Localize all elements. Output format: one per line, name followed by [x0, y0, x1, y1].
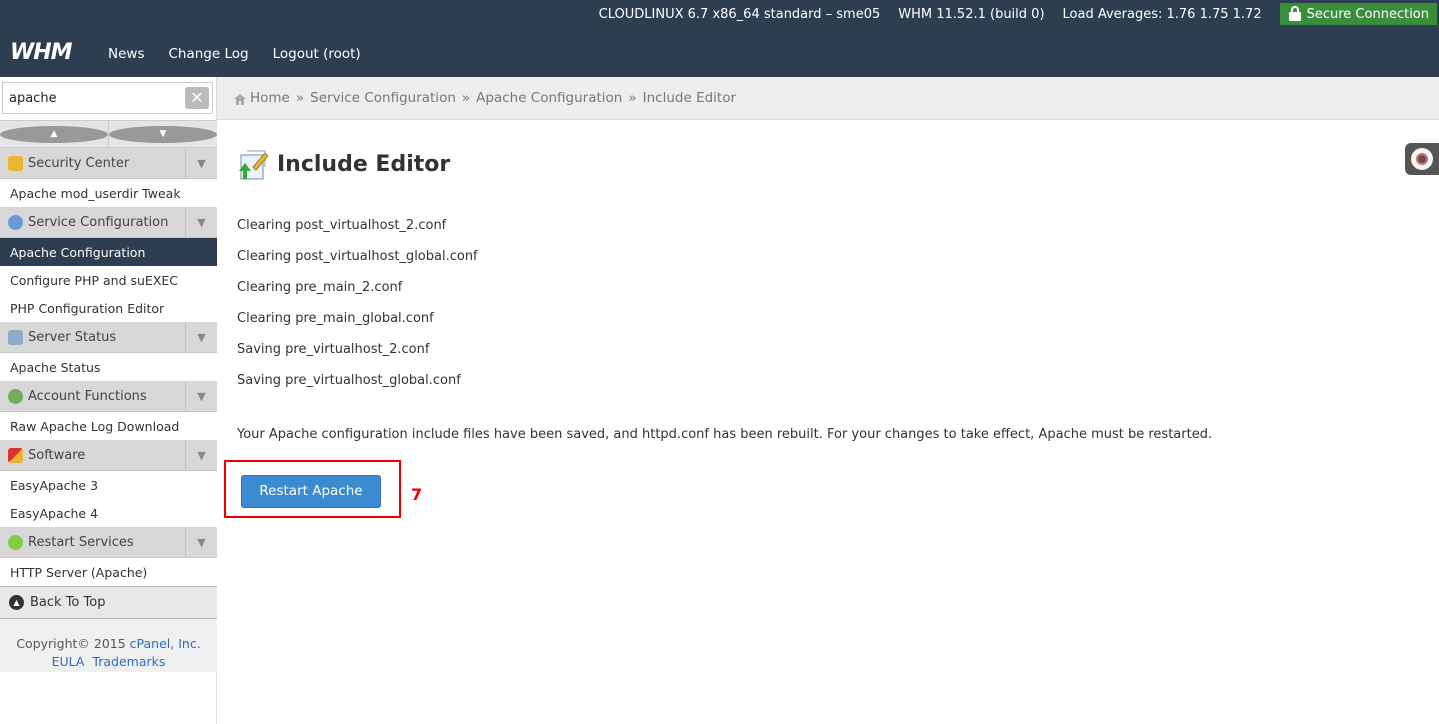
sidebar-item-http-server[interactable]: HTTP Server (Apache) [0, 558, 217, 586]
secure-connection-badge: Secure Connection [1279, 3, 1437, 25]
main-content: Include Editor Clearing post_virtualhost… [217, 121, 1439, 724]
category-label: Software [28, 447, 86, 463]
page-title: Include Editor [277, 151, 451, 177]
system-info: CLOUDLINUX 6.7 x86_64 standard – sme05 W… [599, 0, 1439, 28]
menu-collapse-controls: ▲ ▼ [0, 120, 217, 148]
restart-apache-button[interactable]: Restart Apache [241, 475, 381, 508]
arrow-up-icon: ▲ [9, 595, 24, 610]
sidebar: ✕ ▲ ▼ Security Center ▼ Apache mod_userd… [0, 77, 217, 724]
sidebar-item-php-config-editor[interactable]: PHP Configuration Editor [0, 294, 217, 322]
chevron-down-icon[interactable]: ▼ [185, 440, 217, 471]
help-button[interactable] [1405, 143, 1439, 175]
category-security-center[interactable]: Security Center ▼ [0, 148, 217, 179]
top-nav: News Change Log Logout (root) [108, 46, 385, 62]
sidebar-menu: Security Center ▼ Apache mod_userdir Twe… [0, 148, 217, 672]
chevron-down-icon[interactable]: ▼ [185, 207, 217, 238]
annotation-step-number: 7 [411, 485, 423, 504]
nav-news[interactable]: News [108, 46, 144, 62]
top-header: CLOUDLINUX 6.7 x86_64 standard – sme05 W… [0, 0, 1439, 77]
sidebar-item-apache-status[interactable]: Apache Status [0, 353, 217, 381]
home-icon [234, 93, 246, 105]
breadcrumb-separator: » [628, 90, 637, 106]
search-input[interactable] [3, 83, 178, 113]
log-line: Clearing pre_main_global.conf [237, 311, 434, 326]
operation-log: Clearing post_virtualhost_2.conf Clearin… [237, 218, 478, 404]
lock-icon [8, 155, 23, 171]
include-editor-icon [237, 147, 269, 181]
nav-change-log[interactable]: Change Log [168, 46, 248, 62]
category-label: Service Configuration [28, 214, 169, 230]
chevron-down-icon[interactable]: ▼ [185, 381, 217, 412]
category-label: Restart Services [28, 534, 134, 550]
category-software[interactable]: Software ▼ [0, 440, 217, 471]
software-icon [8, 447, 23, 463]
breadcrumb-separator: » [295, 90, 305, 106]
breadcrumb-apache-configuration[interactable]: Apache Configuration [476, 90, 622, 106]
copyright-text: Copyright© 2015 [16, 636, 126, 651]
log-line: Clearing post_virtualhost_2.conf [237, 218, 447, 233]
trademarks-link[interactable]: Trademarks [92, 654, 165, 669]
users-icon [8, 388, 23, 404]
collapse-all-button[interactable]: ▼ [109, 121, 217, 147]
cpanel-link[interactable]: cPanel, Inc. [130, 636, 201, 651]
lock-icon [1288, 6, 1302, 22]
breadcrumb: Home » Service Configuration » Apache Co… [217, 77, 1439, 120]
category-label: Security Center [28, 155, 130, 171]
expand-all-button[interactable]: ▲ [0, 121, 109, 147]
chevron-down-icon[interactable]: ▼ [185, 148, 217, 179]
category-account-functions[interactable]: Account Functions ▼ [0, 381, 217, 412]
restart-icon [8, 534, 23, 550]
nav-logout[interactable]: Logout (root) [273, 46, 361, 62]
log-line: Saving pre_virtualhost_global.conf [237, 373, 461, 388]
category-label: Server Status [28, 329, 117, 345]
clear-search-icon[interactable]: ✕ [185, 87, 209, 109]
sidebar-item-apache-configuration[interactable]: Apache Configuration [0, 238, 217, 266]
arrow-down-icon: ▼ [109, 125, 217, 143]
eula-link[interactable]: EULA [52, 654, 85, 669]
search-box: ✕ [2, 82, 213, 114]
sidebar-item-raw-apache-log[interactable]: Raw Apache Log Download [0, 412, 217, 440]
category-label: Account Functions [28, 388, 147, 404]
log-line: Clearing post_virtualhost_global.conf [237, 249, 478, 264]
breadcrumb-service-configuration[interactable]: Service Configuration [310, 90, 456, 106]
category-restart-services[interactable]: Restart Services ▼ [0, 527, 217, 558]
sidebar-item-apache-mod-userdir[interactable]: Apache mod_userdir Tweak [0, 179, 217, 207]
breadcrumb-home[interactable]: Home [250, 90, 290, 106]
back-to-top-button[interactable]: ▲ Back To Top [0, 586, 217, 619]
page-header: Include Editor [237, 147, 450, 181]
arrow-up-icon: ▲ [0, 125, 108, 143]
lifebuoy-icon [1411, 148, 1433, 170]
sidebar-item-easyapache-4[interactable]: EasyApache 4 [0, 499, 217, 527]
rebuild-message: Your Apache configuration include files … [237, 427, 1213, 442]
load-averages: Load Averages: 1.76 1.75 1.72 [1062, 6, 1262, 22]
chevron-down-icon[interactable]: ▼ [185, 527, 217, 558]
category-server-status[interactable]: Server Status ▼ [0, 322, 217, 353]
sidebar-item-easyapache-3[interactable]: EasyApache 3 [0, 471, 217, 499]
breadcrumb-separator: » [461, 90, 471, 106]
chevron-down-icon[interactable]: ▼ [185, 322, 217, 353]
server-icon [8, 329, 23, 345]
back-to-top-label: Back To Top [30, 595, 106, 610]
log-line: Saving pre_virtualhost_2.conf [237, 342, 430, 357]
gear-icon [8, 214, 23, 230]
whm-version: WHM 11.52.1 (build 0) [898, 6, 1045, 22]
sidebar-footer: Copyright© 2015 cPanel, Inc. EULA Tradem… [0, 619, 217, 672]
category-service-configuration[interactable]: Service Configuration ▼ [0, 207, 217, 238]
breadcrumb-include-editor: Include Editor [642, 90, 737, 106]
log-line: Clearing pre_main_2.conf [237, 280, 403, 295]
whm-logo[interactable]: WHM [10, 40, 73, 65]
os-info: CLOUDLINUX 6.7 x86_64 standard – sme05 [598, 6, 881, 22]
secure-connection-label: Secure Connection [1306, 6, 1429, 22]
sidebar-item-configure-php[interactable]: Configure PHP and suEXEC [0, 266, 217, 294]
